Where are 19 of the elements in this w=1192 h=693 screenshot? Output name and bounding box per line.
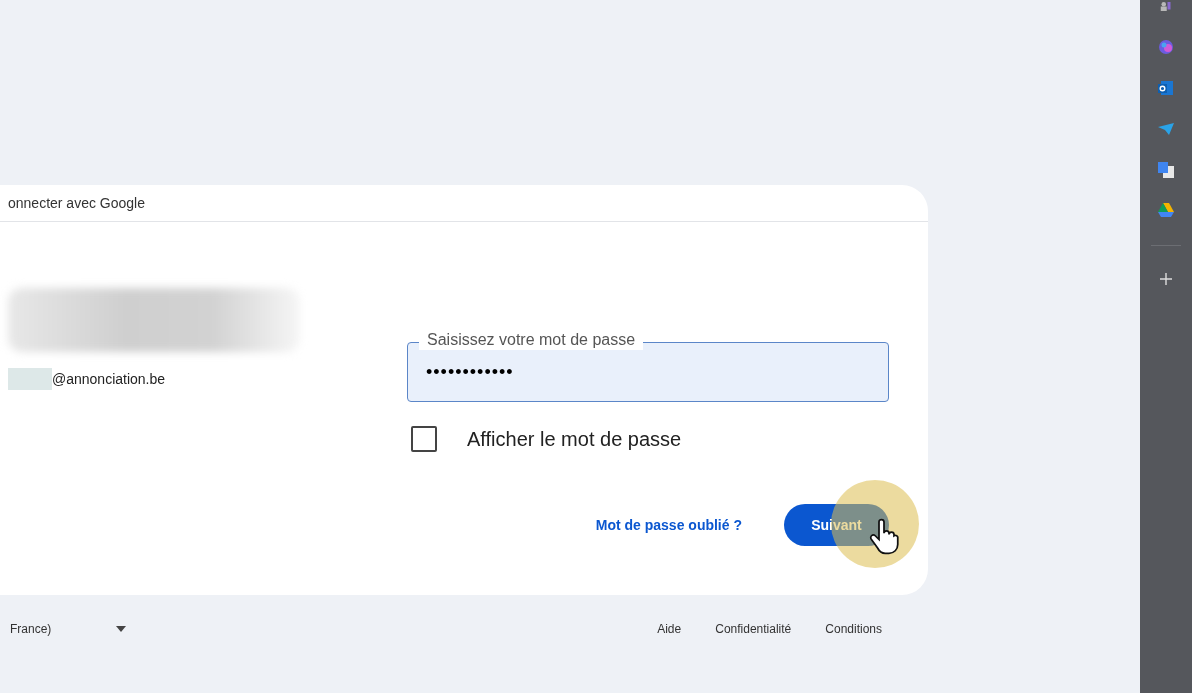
add-icon[interactable] (1159, 272, 1173, 286)
triangle-logo-icon[interactable] (1158, 203, 1174, 217)
forgot-password-link[interactable]: Mot de passe oublié ? (595, 517, 742, 533)
show-password-label[interactable]: Afficher le mot de passe (467, 427, 682, 451)
people-icon[interactable] (1158, 2, 1174, 14)
card-title: onnecter avec Google (8, 195, 145, 211)
translate-icon[interactable] (1158, 162, 1174, 178)
swirl-icon[interactable] (1158, 39, 1174, 55)
footer-link[interactable]: Aide (657, 622, 682, 636)
show-password-checkbox[interactable] (411, 426, 437, 452)
mail-app-icon[interactable] (1158, 80, 1174, 96)
paper-plane-icon[interactable] (1158, 121, 1174, 137)
footer-link[interactable]: Confidentialité (715, 622, 792, 636)
caret-icon[interactable] (116, 626, 127, 632)
blurred-text (8, 368, 52, 390)
language-selector[interactable]: France) (10, 622, 52, 636)
hand-cursor-icon (869, 518, 899, 556)
footer-link[interactable]: Conditions (825, 622, 882, 636)
account-email: @annonciation.be (52, 371, 166, 387)
